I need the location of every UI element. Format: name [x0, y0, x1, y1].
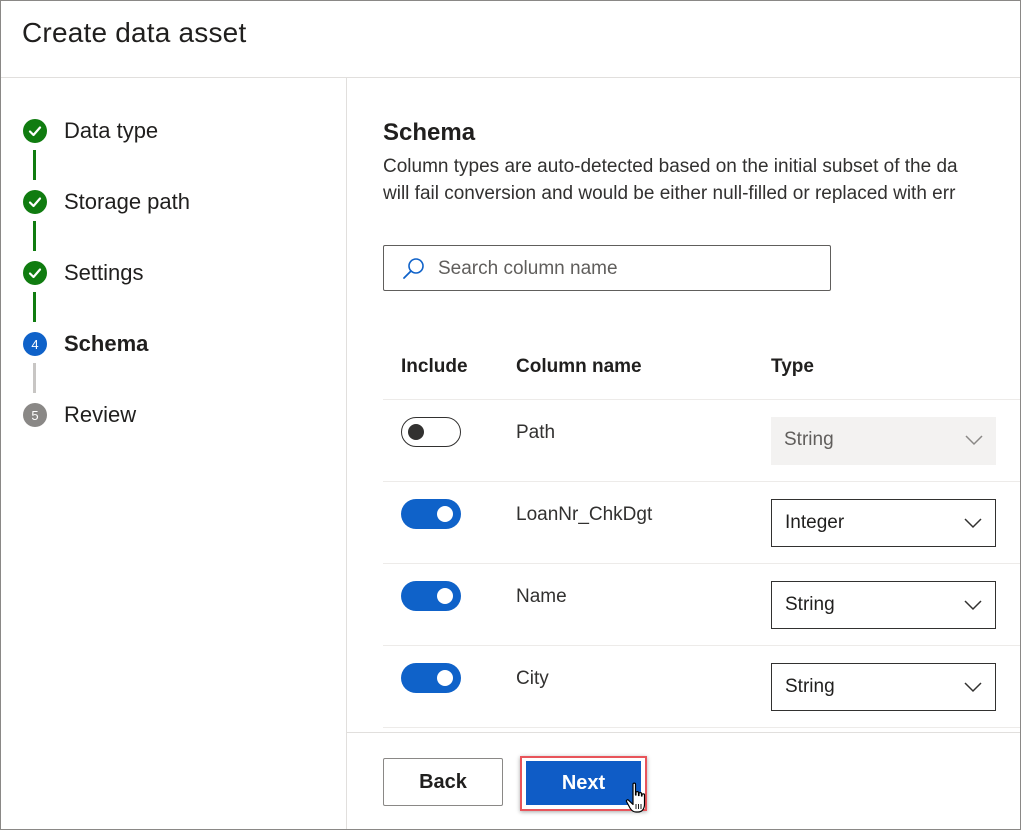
- row-divider: [383, 645, 1020, 646]
- type-dropdown[interactable]: String: [771, 581, 996, 629]
- next-button[interactable]: Next: [526, 761, 641, 805]
- checkmark-icon: [23, 190, 47, 214]
- chevron-down-icon: [964, 433, 984, 451]
- step-label: Schema: [64, 331, 149, 356]
- header-include: Include: [401, 356, 468, 377]
- step-label: Review: [64, 402, 137, 427]
- toggle-knob: [437, 670, 453, 686]
- row-divider: [383, 481, 1020, 482]
- step-number-badge: 5: [23, 403, 47, 427]
- hand-cursor-icon: [625, 782, 649, 821]
- column-name: LoanNr_ChkDgt: [516, 504, 653, 525]
- row-divider: [383, 727, 1020, 728]
- step-label: Data type: [64, 118, 159, 143]
- create-data-asset-dialog: Create data asset Data type Storage path…: [0, 0, 1021, 830]
- include-toggle[interactable]: [401, 581, 461, 611]
- include-toggle[interactable]: [401, 417, 461, 447]
- step-connector: [33, 292, 36, 322]
- checkmark-icon: [23, 119, 47, 143]
- toggle-knob: [437, 506, 453, 522]
- description-line: Column types are auto-detected based on …: [383, 156, 958, 177]
- step-connector: [33, 363, 36, 393]
- toggle-knob: [437, 588, 453, 604]
- chevron-down-icon: [963, 680, 983, 698]
- include-toggle[interactable]: [401, 663, 461, 693]
- type-value: String: [785, 676, 835, 697]
- column-name: Path: [516, 422, 556, 443]
- column-name: Name: [516, 586, 567, 607]
- step-label: Storage path: [64, 189, 190, 214]
- step-label: Settings: [64, 260, 144, 285]
- checkmark-icon: [23, 261, 47, 285]
- description-line: will fail conversion and would be either…: [383, 183, 956, 204]
- step-connector: [33, 221, 36, 251]
- search-placeholder: Search column name: [438, 258, 618, 279]
- type-value: String: [785, 594, 835, 615]
- toggle-knob: [408, 424, 424, 440]
- column-name: City: [516, 668, 549, 689]
- header-column-name: Column name: [516, 356, 642, 377]
- footer-divider: [347, 732, 1020, 733]
- header-divider: [383, 399, 1020, 400]
- section-description: Column types are auto-detected based on …: [383, 153, 958, 207]
- sidebar-divider: [346, 78, 347, 829]
- row-divider: [383, 563, 1020, 564]
- step-number-badge: 4: [23, 332, 47, 356]
- type-dropdown: String: [771, 417, 996, 465]
- header-divider: [1, 77, 1020, 78]
- type-value: String: [784, 429, 834, 450]
- header-type: Type: [771, 356, 814, 377]
- chevron-down-icon: [963, 598, 983, 616]
- search-icon: [401, 257, 427, 286]
- type-dropdown[interactable]: Integer: [771, 499, 996, 547]
- include-toggle[interactable]: [401, 499, 461, 529]
- section-title: Schema: [383, 119, 476, 146]
- dialog-title: Create data asset: [22, 17, 247, 48]
- chevron-down-icon: [963, 516, 983, 534]
- type-dropdown[interactable]: String: [771, 663, 996, 711]
- search-column-input[interactable]: Search column name: [383, 245, 831, 291]
- step-connector: [33, 150, 36, 180]
- back-button[interactable]: Back: [383, 758, 503, 806]
- type-value: Integer: [785, 512, 845, 533]
